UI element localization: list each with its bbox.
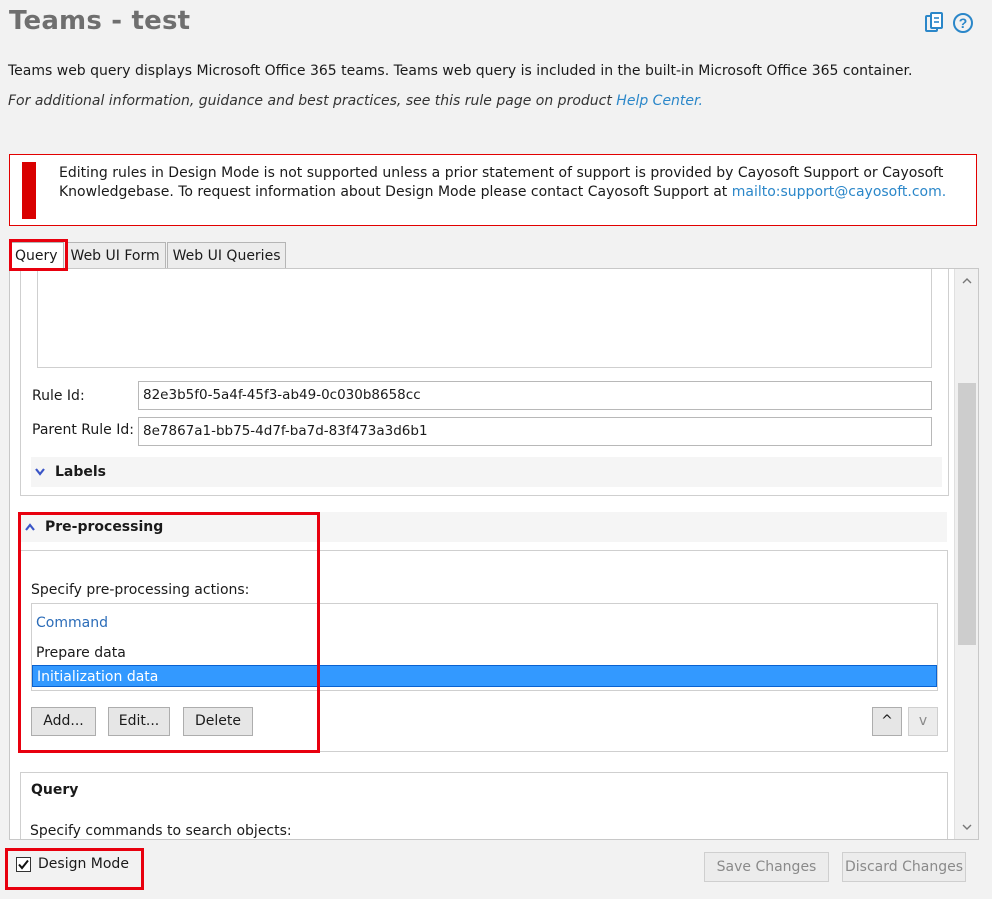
help-center-link[interactable]: Help Center. — [616, 93, 703, 109]
preprocessing-instruction: Specify pre-processing actions: — [31, 582, 250, 598]
rule-id-label: Rule Id: — [32, 388, 85, 404]
add-button[interactable]: Add... — [31, 707, 96, 736]
help-info-text: For additional information, guidance and… — [8, 93, 617, 109]
tab-query[interactable]: Query — [9, 242, 64, 268]
clipboard-icon[interactable] — [924, 12, 944, 34]
query-instruction: Specify commands to search objects: — [30, 823, 292, 839]
edit-button[interactable]: Edit... — [108, 707, 170, 736]
parent-rule-id-label: Parent Rule Id: — [32, 422, 134, 438]
design-mode-warning: Editing rules in Design Mode is not supp… — [9, 154, 977, 226]
rule-id-input[interactable]: 82e3b5f0-5a4f-45f3-ab49-0c030b8658cc — [138, 381, 932, 410]
scroll-thumb[interactable] — [958, 383, 976, 645]
tab-web-ui-form[interactable]: Web UI Form — [64, 242, 166, 268]
move-down-button[interactable]: v — [908, 707, 938, 736]
svg-text:?: ? — [959, 15, 968, 31]
tab-bar: Query Web UI Form Web UI Queries — [9, 242, 287, 268]
list-item-selected[interactable]: Initialization data — [32, 665, 937, 687]
design-mode-checkbox[interactable] — [16, 856, 31, 872]
move-up-button[interactable]: ^ — [872, 707, 902, 736]
chevron-up-icon — [21, 512, 39, 542]
page-title: Teams - test — [9, 6, 191, 36]
scroll-down-icon[interactable] — [955, 817, 978, 839]
preprocessing-section-header[interactable]: Pre-processing — [21, 512, 947, 542]
header-icons: ? — [924, 12, 974, 34]
panel-scrollbar[interactable] — [954, 269, 978, 839]
warning-bar — [22, 162, 36, 219]
labels-section-header[interactable]: Labels — [31, 457, 942, 487]
query-section-title: Query — [31, 782, 79, 798]
warning-text: Editing rules in Design Mode is not supp… — [59, 164, 959, 202]
save-changes-button[interactable]: Save Changes — [704, 852, 829, 882]
help-icon[interactable]: ? — [952, 12, 974, 34]
chevron-down-icon — [31, 457, 49, 487]
design-mode-label: Design Mode — [38, 856, 129, 872]
preprocessing-list: Command Prepare data Initialization data — [31, 603, 938, 691]
tab-web-ui-queries[interactable]: Web UI Queries — [166, 242, 287, 268]
parent-rule-id-input[interactable]: 8e7867a1-bb75-4d7f-ba7d-83f473a3d6b1 — [138, 417, 932, 446]
preprocessing-section-title: Pre-processing — [45, 519, 164, 535]
list-column-header-command[interactable]: Command — [32, 612, 937, 634]
help-info: For additional information, guidance and… — [8, 93, 703, 109]
discard-changes-button[interactable]: Discard Changes — [842, 852, 966, 882]
list-item[interactable]: Prepare data — [32, 642, 937, 664]
support-email-link[interactable]: mailto:support@cayosoft.com. — [732, 184, 946, 200]
general-box: Rule Id: 82e3b5f0-5a4f-45f3-ab49-0c030b8… — [20, 269, 949, 496]
delete-button[interactable]: Delete — [183, 707, 253, 736]
design-mode-toggle[interactable]: Design Mode — [16, 856, 129, 872]
scroll-up-icon[interactable] — [955, 269, 978, 291]
labels-section-title: Labels — [55, 464, 107, 480]
query-box: Query Specify commands to search objects… — [20, 772, 948, 839]
page-description: Teams web query displays Microsoft Offic… — [8, 63, 913, 79]
description-textarea[interactable] — [37, 269, 932, 368]
preprocessing-box: Specify pre-processing actions: Command … — [20, 550, 948, 752]
query-panel: Rule Id: 82e3b5f0-5a4f-45f3-ab49-0c030b8… — [9, 268, 979, 840]
